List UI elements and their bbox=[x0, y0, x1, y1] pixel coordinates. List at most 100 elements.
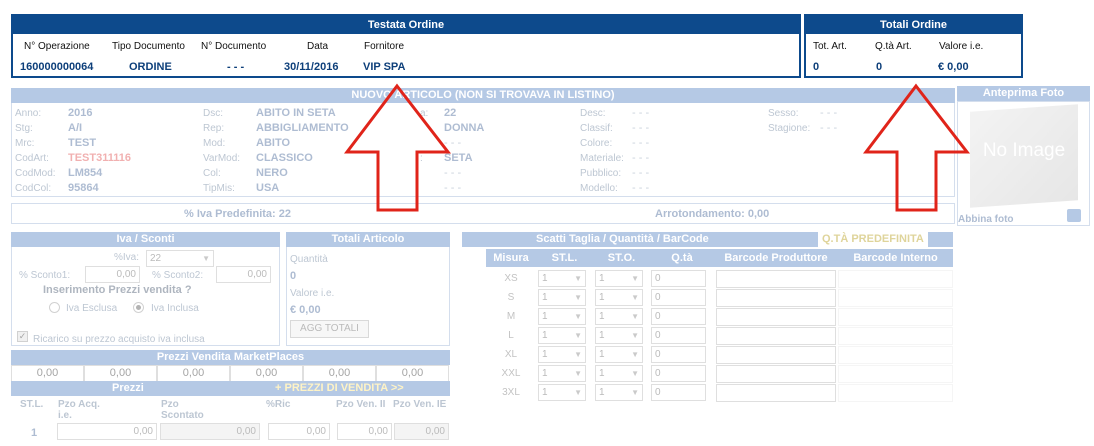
producer-barcode-input[interactable] bbox=[716, 308, 836, 326]
price-input[interactable]: 0,00 bbox=[337, 423, 392, 440]
article-field-value: - - - bbox=[444, 167, 462, 179]
supplier: VIP SPA bbox=[363, 61, 406, 73]
sto-value: 1 bbox=[599, 349, 605, 360]
sto-select[interactable]: 1 ▼ bbox=[595, 384, 643, 401]
article-field-value: - - - bbox=[444, 182, 462, 194]
sconto2-input[interactable]: 0,00 bbox=[216, 266, 271, 283]
sto-select[interactable]: 1 ▼ bbox=[595, 346, 643, 363]
producer-barcode-input[interactable] bbox=[716, 327, 836, 345]
sto-select[interactable]: 1 ▼ bbox=[595, 270, 643, 287]
sto-value: 1 bbox=[599, 368, 605, 379]
prices-col-header: Pzo Ven. IE bbox=[393, 399, 447, 410]
stl-select[interactable]: 1 ▼ bbox=[538, 384, 586, 401]
stl-value: 1 bbox=[542, 292, 548, 303]
internal-barcode-cell bbox=[838, 270, 953, 288]
markup-checkbox[interactable]: ✓ bbox=[17, 331, 28, 342]
scatti-col-header: Barcode Produttore bbox=[714, 249, 838, 267]
quantity-input[interactable]: 0 bbox=[651, 365, 706, 382]
sto-select[interactable]: 1 ▼ bbox=[595, 365, 643, 382]
stl-select[interactable]: 1 ▼ bbox=[538, 308, 586, 325]
article-field-value: - - - bbox=[632, 182, 650, 194]
chevron-down-icon: ▼ bbox=[631, 274, 639, 283]
update-totals-button[interactable]: AGG TOTALI bbox=[290, 320, 369, 338]
article-field-label: TipMis: bbox=[203, 183, 235, 194]
article-field-value: TEST bbox=[68, 137, 97, 149]
producer-barcode-input[interactable] bbox=[716, 270, 836, 288]
article-field-label: Materiale: bbox=[580, 153, 624, 164]
quantity-input[interactable]: 0 bbox=[651, 384, 706, 401]
prices-col-header: Pzo Ven. II bbox=[336, 399, 386, 410]
sto-value: 1 bbox=[599, 273, 605, 284]
quantity-input[interactable]: 0 bbox=[651, 346, 706, 363]
photo-upload-icon[interactable] bbox=[1067, 209, 1081, 222]
stl-select[interactable]: 1 ▼ bbox=[538, 365, 586, 382]
chevron-down-icon: ▼ bbox=[574, 388, 582, 397]
chevron-down-icon: ▼ bbox=[574, 350, 582, 359]
prices-title: Prezzi bbox=[112, 382, 144, 394]
internal-barcode-cell bbox=[838, 346, 953, 364]
order-totals-title: Totali Ordine bbox=[806, 16, 1021, 34]
iva-label: %Iva: bbox=[114, 252, 140, 263]
producer-barcode-input[interactable] bbox=[716, 365, 836, 383]
value-amount: € 0,00 bbox=[290, 304, 321, 316]
price-input[interactable]: 0,00 bbox=[268, 423, 330, 440]
producer-barcode-input[interactable] bbox=[716, 384, 836, 402]
sto-select[interactable]: 1 ▼ bbox=[595, 289, 643, 306]
price-input[interactable]: 0,00 bbox=[394, 423, 449, 440]
quantity-input[interactable]: 0 bbox=[651, 308, 706, 325]
article-field-value: SETA bbox=[444, 152, 473, 164]
article-field-label: VarMod: bbox=[203, 153, 241, 164]
match-photo-link[interactable]: Abbina foto bbox=[958, 214, 1014, 225]
value-label: Valore i.e. bbox=[290, 288, 335, 299]
article-field-value: 95864 bbox=[68, 182, 99, 194]
sale-prices-link[interactable]: + PREZZI DI VENDITA >> bbox=[275, 381, 404, 396]
article-field-label: : bbox=[420, 153, 423, 164]
size-label: L bbox=[508, 330, 514, 341]
sconto1-input[interactable]: 0,00 bbox=[85, 266, 140, 283]
producer-barcode-input[interactable] bbox=[716, 289, 836, 307]
sto-select[interactable]: 1 ▼ bbox=[595, 308, 643, 325]
iva-esclusa-radio[interactable] bbox=[49, 302, 60, 313]
scatti-col-header: Barcode Interno bbox=[838, 249, 953, 267]
stl-value: 1 bbox=[542, 330, 548, 341]
total-articles: 0 bbox=[813, 61, 820, 73]
internal-barcode-cell bbox=[838, 308, 953, 326]
photo-preview-title: Anteprima Foto bbox=[957, 86, 1090, 101]
price-input[interactable]: 0,00 bbox=[160, 423, 260, 440]
article-field-value: - - - bbox=[632, 167, 650, 179]
article-field-label: a: bbox=[420, 108, 429, 119]
order-header-panel: Testata Ordine N° Operazione Tipo Docume… bbox=[11, 14, 801, 78]
default-quantity-link[interactable]: Q.TÀ PREDEFINITA bbox=[818, 232, 928, 247]
document-number: - - - bbox=[227, 61, 245, 73]
iva-default: % Iva Predefinita: 22 bbox=[184, 208, 291, 220]
article-field-label: Mrc: bbox=[15, 138, 35, 149]
total-value: € 0,00 bbox=[938, 61, 969, 73]
internal-barcode-cell bbox=[838, 289, 953, 307]
article-field-value: DONNA bbox=[444, 122, 485, 134]
stl-select[interactable]: 1 ▼ bbox=[538, 289, 586, 306]
size-label: XS bbox=[504, 273, 518, 284]
article-field-value: NERO bbox=[256, 167, 288, 179]
quantity-input[interactable]: 0 bbox=[651, 327, 706, 344]
sconto1-label: % Sconto1: bbox=[19, 270, 71, 281]
iva-select[interactable]: 22 ▼ bbox=[146, 250, 214, 267]
stl-select[interactable]: 1 ▼ bbox=[538, 270, 586, 287]
producer-barcode-input[interactable] bbox=[716, 346, 836, 364]
article-field-value: 2016 bbox=[68, 107, 93, 119]
marketplace-value: 0,00 bbox=[328, 367, 351, 379]
article-field-label: Desc: bbox=[580, 108, 606, 119]
quantity-input[interactable]: 0 bbox=[651, 289, 706, 306]
iva-esclusa-label: Iva Esclusa bbox=[66, 303, 118, 314]
article-field-value: - - - bbox=[632, 122, 650, 134]
price-input[interactable]: 0,00 bbox=[57, 423, 157, 440]
quantity-input[interactable]: 0 bbox=[651, 270, 706, 287]
iva-inclusa-radio[interactable] bbox=[133, 302, 144, 313]
order-date: 30/11/2016 bbox=[284, 61, 339, 73]
sto-select[interactable]: 1 ▼ bbox=[595, 327, 643, 344]
article-field-label: Mod: bbox=[203, 138, 226, 149]
stl-select[interactable]: 1 ▼ bbox=[538, 346, 586, 363]
label-article-quantity: Q.tà Art. bbox=[875, 41, 912, 52]
iva-inclusa-label: Iva Inclusa bbox=[151, 303, 199, 314]
stl-select[interactable]: 1 ▼ bbox=[538, 327, 586, 344]
size-label: S bbox=[507, 292, 515, 303]
